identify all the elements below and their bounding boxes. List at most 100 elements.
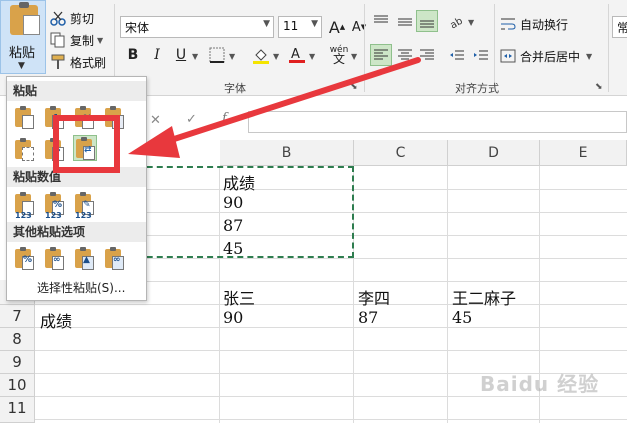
paste-values-icon[interactable]: 123 <box>13 191 37 220</box>
paste-linked-picture-icon[interactable]: ∞ <box>103 246 127 272</box>
font-group-label: 字体 <box>224 82 246 95</box>
menu-section-other: 其他粘贴选项 <box>7 222 146 242</box>
format-painter-button[interactable]: 格式刷 <box>50 52 106 72</box>
gridline <box>35 419 627 420</box>
paste-button[interactable]: 粘贴 ▼ <box>0 0 46 74</box>
cancel-icon[interactable]: ✕ <box>150 113 161 128</box>
orientation-button[interactable]: ab <box>446 10 468 32</box>
copy-dropdown-icon[interactable]: ▼ <box>97 36 103 45</box>
align-left-button[interactable] <box>370 44 392 66</box>
paste-options-menu: 粘贴 f % ↔ ⇄ 粘贴数值 123 % 123 ✎ 123 其他粘贴选项 % ∞… <box>6 76 147 301</box>
cell-c6[interactable]: 李四 <box>358 285 390 309</box>
cell-b6[interactable]: 张三 <box>223 285 255 309</box>
number-format-select[interactable]: 常 <box>612 16 627 38</box>
highlight-box <box>53 115 120 173</box>
bold-button[interactable]: B <box>122 44 144 66</box>
decrease-indent-button[interactable] <box>446 44 468 66</box>
percent-glyph: % <box>53 200 63 210</box>
dialog-launcher-icon[interactable]: ⬊ <box>595 82 603 92</box>
font-size-select[interactable]: 11 ▼ <box>278 16 322 38</box>
chevron-down-icon[interactable]: ▼ <box>229 52 235 61</box>
chevron-down-icon[interactable]: ▼ <box>586 52 592 61</box>
cell-d7[interactable]: 45 <box>452 308 472 327</box>
paste-picture-icon[interactable]: ▲ <box>73 246 97 272</box>
menu-section-paste: 粘贴 <box>7 81 146 101</box>
chevron-down-icon[interactable]: ▼ <box>351 52 357 61</box>
align-center-button[interactable] <box>394 44 416 66</box>
increase-indent-button[interactable] <box>470 44 492 66</box>
align-bottom-icon <box>420 20 434 28</box>
column-header-b[interactable]: B <box>220 140 354 166</box>
orientation-icon: ab <box>448 16 464 29</box>
gridline <box>35 350 627 351</box>
paste-special-link[interactable]: 选择性粘贴(S)... <box>37 279 125 296</box>
font-name-select[interactable]: 宋体 ▼ <box>120 16 274 38</box>
cell-a7[interactable]: 成绩 <box>40 308 72 332</box>
divider <box>494 4 495 92</box>
chevron-down-icon[interactable]: ▼ <box>192 52 198 61</box>
row-header-8[interactable]: 8 <box>0 328 35 351</box>
paste-no-borders-icon[interactable] <box>13 137 37 163</box>
paste-values-number-format-icon[interactable]: % 123 <box>43 191 67 220</box>
decrease-font-button[interactable]: A▼ <box>348 16 370 38</box>
align-center-icon <box>398 49 412 60</box>
row-header-11[interactable]: 11 <box>0 397 35 423</box>
chevron-down-icon[interactable]: ▼ <box>273 52 279 61</box>
paste-icon[interactable] <box>13 105 37 131</box>
italic-button[interactable]: I <box>146 44 168 66</box>
scissors-icon <box>50 10 66 26</box>
dialog-launcher-icon[interactable]: ⬊ <box>350 82 358 92</box>
copy-icon <box>50 32 66 48</box>
paint-bucket-icon <box>253 49 269 64</box>
underline-label: U <box>175 47 187 63</box>
underline-button[interactable]: U <box>170 44 192 66</box>
column-header-e[interactable]: E <box>540 140 627 166</box>
paste-link-icon[interactable]: ∞ <box>43 246 67 272</box>
wrap-text-label: 自动换行 <box>520 17 569 32</box>
values-tag: 123 <box>15 211 32 220</box>
increase-font-button[interactable]: A ▲ <box>326 16 348 38</box>
confirm-icon[interactable]: ✓ <box>186 112 197 127</box>
align-middle-button[interactable] <box>394 10 416 32</box>
paste-values-source-format-icon[interactable]: ✎ 123 <box>73 191 97 220</box>
align-bottom-button[interactable] <box>416 10 438 32</box>
row-header-7[interactable]: 7 <box>0 305 35 328</box>
alignment-group-label: 对齐方式 <box>455 82 499 95</box>
chevron-down-icon[interactable]: ▼ <box>309 52 315 61</box>
gridline <box>35 304 627 305</box>
values-tag: 123 <box>45 211 62 220</box>
row-header-10[interactable]: 10 <box>0 374 35 397</box>
border-icon <box>209 47 225 63</box>
font-color-icon: A <box>289 47 305 63</box>
align-right-button[interactable] <box>416 44 438 66</box>
gridline <box>447 166 448 423</box>
column-header-d[interactable]: D <box>448 140 540 166</box>
font-color-button[interactable]: A <box>286 44 308 66</box>
formula-input[interactable] <box>248 111 627 133</box>
copy-button[interactable]: 复制 ▼ <box>50 30 103 50</box>
merge-center-button[interactable]: 合并后居中 ▼ <box>500 46 592 66</box>
column-header-c[interactable]: C <box>354 140 448 166</box>
font-size-value: 11 <box>283 19 299 33</box>
cut-button[interactable]: 剪切 <box>50 8 94 28</box>
chevron-down-icon[interactable]: ▼ <box>468 18 474 27</box>
align-top-button[interactable] <box>370 10 392 32</box>
align-right-icon <box>420 49 434 60</box>
font-name-value: 宋体 <box>125 21 150 35</box>
row-header-9[interactable]: 9 <box>0 351 35 374</box>
border-button[interactable] <box>206 44 228 66</box>
phonetic-button[interactable]: wén 文 <box>328 44 350 66</box>
paste-formatting-icon[interactable]: % <box>13 246 37 272</box>
divider <box>608 4 609 92</box>
chevron-down-icon: ▼ <box>311 19 318 29</box>
cell-d6[interactable]: 王二麻子 <box>452 285 516 309</box>
chevron-down-icon[interactable]: ▼ <box>18 61 25 71</box>
chevron-down-icon: ▼ <box>263 19 270 29</box>
watermark: Baidu 经验 <box>480 372 600 396</box>
insert-function-icon[interactable]: f <box>222 111 227 126</box>
fill-color-button[interactable] <box>250 44 272 66</box>
italic-label: I <box>154 47 160 63</box>
cell-c7[interactable]: 87 <box>358 308 378 327</box>
wrap-text-button[interactable]: 自动换行 <box>500 14 568 34</box>
cell-b7[interactable]: 90 <box>223 308 243 327</box>
